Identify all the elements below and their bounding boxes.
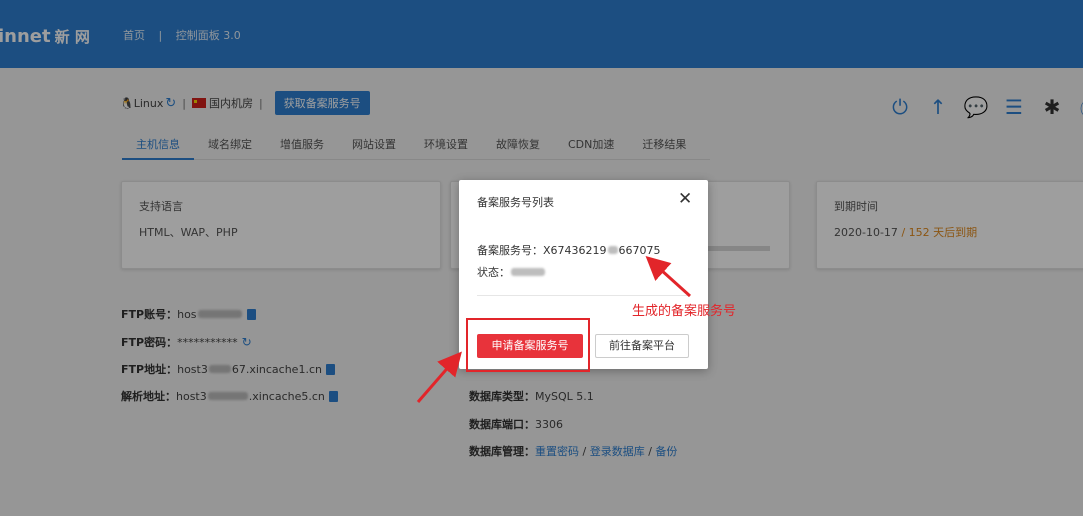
arrow-to-apply-button [416, 351, 462, 403]
arrow-to-service-number [645, 255, 692, 298]
annotation-arrows [416, 255, 692, 403]
